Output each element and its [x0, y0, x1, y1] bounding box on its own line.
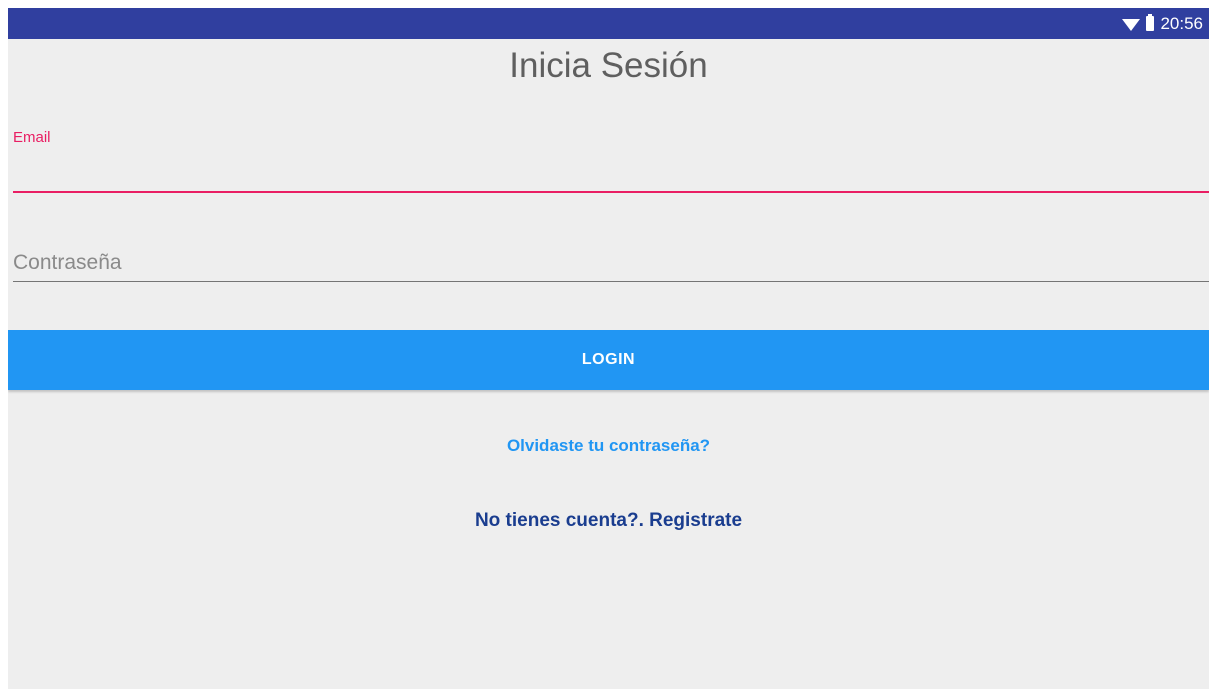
login-button[interactable]: LOGIN	[8, 330, 1209, 390]
email-label: Email	[13, 129, 51, 146]
battery-icon	[1146, 14, 1155, 31]
register-link[interactable]: No tienes cuenta?. Registrate	[8, 510, 1209, 532]
status-bar: 20:56	[8, 8, 1209, 39]
status-icons: 20:56	[1122, 8, 1203, 39]
forgot-password-link[interactable]: Olvidaste tu contraseña?	[8, 436, 1209, 456]
email-field[interactable]	[13, 153, 1209, 193]
wifi-icon	[1122, 18, 1141, 31]
password-field[interactable]	[13, 244, 1209, 282]
login-screen: 20:56 Inicia Sesión Email LOGIN Olvidast…	[8, 8, 1209, 689]
page-title: Inicia Sesión	[509, 46, 708, 85]
status-time: 20:56	[1160, 13, 1203, 33]
